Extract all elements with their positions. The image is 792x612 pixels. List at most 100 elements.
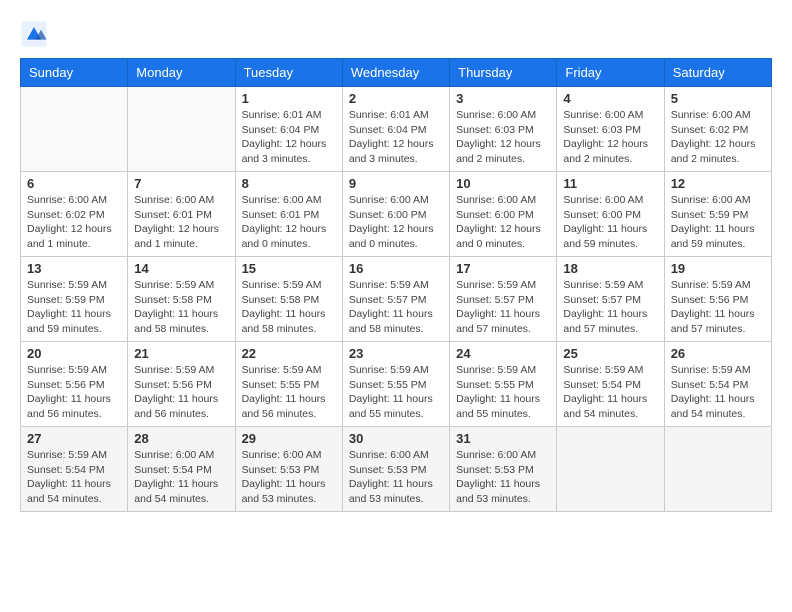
calendar-cell: 1 Sunrise: 6:01 AM Sunset: 6:04 PM Daylig… bbox=[235, 87, 342, 172]
day-info: Sunrise: 5:59 AM Sunset: 5:56 PM Dayligh… bbox=[671, 278, 765, 337]
day-info: Sunrise: 6:00 AM Sunset: 5:53 PM Dayligh… bbox=[242, 448, 336, 507]
day-number: 22 bbox=[242, 346, 336, 361]
calendar-cell: 19 Sunrise: 5:59 AM Sunset: 5:56 PM Dayli… bbox=[664, 257, 771, 342]
week-row-1: 1 Sunrise: 6:01 AM Sunset: 6:04 PM Daylig… bbox=[21, 87, 772, 172]
calendar-cell: 26 Sunrise: 5:59 AM Sunset: 5:54 PM Dayli… bbox=[664, 342, 771, 427]
day-info: Sunrise: 6:00 AM Sunset: 6:00 PM Dayligh… bbox=[563, 193, 657, 252]
calendar-cell: 16 Sunrise: 5:59 AM Sunset: 5:57 PM Dayli… bbox=[342, 257, 449, 342]
day-info: Sunrise: 6:00 AM Sunset: 6:03 PM Dayligh… bbox=[563, 108, 657, 167]
weekday-header-tuesday: Tuesday bbox=[235, 59, 342, 87]
day-info: Sunrise: 5:59 AM Sunset: 5:57 PM Dayligh… bbox=[349, 278, 443, 337]
calendar-cell: 13 Sunrise: 5:59 AM Sunset: 5:59 PM Dayli… bbox=[21, 257, 128, 342]
day-info: Sunrise: 6:00 AM Sunset: 5:53 PM Dayligh… bbox=[349, 448, 443, 507]
day-info: Sunrise: 6:00 AM Sunset: 5:53 PM Dayligh… bbox=[456, 448, 550, 507]
calendar-cell: 7 Sunrise: 6:00 AM Sunset: 6:01 PM Daylig… bbox=[128, 172, 235, 257]
day-number: 30 bbox=[349, 431, 443, 446]
calendar-cell: 5 Sunrise: 6:00 AM Sunset: 6:02 PM Daylig… bbox=[664, 87, 771, 172]
day-number: 21 bbox=[134, 346, 228, 361]
calendar-cell: 21 Sunrise: 5:59 AM Sunset: 5:56 PM Dayli… bbox=[128, 342, 235, 427]
weekday-header-monday: Monday bbox=[128, 59, 235, 87]
day-info: Sunrise: 6:00 AM Sunset: 6:02 PM Dayligh… bbox=[27, 193, 121, 252]
day-number: 27 bbox=[27, 431, 121, 446]
day-info: Sunrise: 6:01 AM Sunset: 6:04 PM Dayligh… bbox=[242, 108, 336, 167]
calendar-cell: 8 Sunrise: 6:00 AM Sunset: 6:01 PM Daylig… bbox=[235, 172, 342, 257]
day-number: 8 bbox=[242, 176, 336, 191]
calendar-cell: 30 Sunrise: 6:00 AM Sunset: 5:53 PM Dayli… bbox=[342, 427, 449, 512]
logo-icon bbox=[20, 20, 48, 48]
calendar-cell: 3 Sunrise: 6:00 AM Sunset: 6:03 PM Daylig… bbox=[450, 87, 557, 172]
day-info: Sunrise: 5:59 AM Sunset: 5:58 PM Dayligh… bbox=[134, 278, 228, 337]
day-info: Sunrise: 5:59 AM Sunset: 5:55 PM Dayligh… bbox=[242, 363, 336, 422]
calendar-cell: 10 Sunrise: 6:00 AM Sunset: 6:00 PM Dayli… bbox=[450, 172, 557, 257]
day-number: 1 bbox=[242, 91, 336, 106]
calendar-cell bbox=[21, 87, 128, 172]
day-info: Sunrise: 6:00 AM Sunset: 6:02 PM Dayligh… bbox=[671, 108, 765, 167]
day-info: Sunrise: 5:59 AM Sunset: 5:54 PM Dayligh… bbox=[27, 448, 121, 507]
day-number: 29 bbox=[242, 431, 336, 446]
week-row-5: 27 Sunrise: 5:59 AM Sunset: 5:54 PM Dayli… bbox=[21, 427, 772, 512]
day-info: Sunrise: 6:00 AM Sunset: 5:59 PM Dayligh… bbox=[671, 193, 765, 252]
weekday-header-friday: Friday bbox=[557, 59, 664, 87]
day-info: Sunrise: 6:01 AM Sunset: 6:04 PM Dayligh… bbox=[349, 108, 443, 167]
day-info: Sunrise: 5:59 AM Sunset: 5:54 PM Dayligh… bbox=[671, 363, 765, 422]
day-number: 23 bbox=[349, 346, 443, 361]
day-number: 31 bbox=[456, 431, 550, 446]
calendar-cell: 11 Sunrise: 6:00 AM Sunset: 6:00 PM Dayli… bbox=[557, 172, 664, 257]
day-number: 17 bbox=[456, 261, 550, 276]
weekday-header-thursday: Thursday bbox=[450, 59, 557, 87]
week-row-3: 13 Sunrise: 5:59 AM Sunset: 5:59 PM Dayli… bbox=[21, 257, 772, 342]
day-info: Sunrise: 5:59 AM Sunset: 5:55 PM Dayligh… bbox=[349, 363, 443, 422]
calendar-cell: 28Sunrise: 6:00 AM Sunset: 5:54 PM Dayli… bbox=[128, 427, 235, 512]
day-info: Sunrise: 5:59 AM Sunset: 5:59 PM Dayligh… bbox=[27, 278, 121, 337]
day-info: Sunrise: 6:00 AM Sunset: 6:03 PM Dayligh… bbox=[456, 108, 550, 167]
calendar-cell: 23 Sunrise: 5:59 AM Sunset: 5:55 PM Dayli… bbox=[342, 342, 449, 427]
day-number: 16 bbox=[349, 261, 443, 276]
day-number: 2 bbox=[349, 91, 443, 106]
logo bbox=[20, 20, 52, 48]
header bbox=[20, 20, 772, 48]
calendar-cell: 14 Sunrise: 5:59 AM Sunset: 5:58 PM Dayli… bbox=[128, 257, 235, 342]
day-info: Sunrise: 6:00 AM Sunset: 6:00 PM Dayligh… bbox=[349, 193, 443, 252]
calendar-cell: 24Sunrise: 5:59 AM Sunset: 5:55 PM Dayli… bbox=[450, 342, 557, 427]
day-info: Sunrise: 6:00 AM Sunset: 6:00 PM Dayligh… bbox=[456, 193, 550, 252]
day-info: Sunrise: 6:00 AM Sunset: 6:01 PM Dayligh… bbox=[134, 193, 228, 252]
weekday-header-row: SundayMondayTuesdayWednesdayThursdayFrid… bbox=[21, 59, 772, 87]
calendar-cell: 18Sunrise: 5:59 AM Sunset: 5:57 PM Dayli… bbox=[557, 257, 664, 342]
day-number: 14 bbox=[134, 261, 228, 276]
calendar-cell bbox=[128, 87, 235, 172]
day-number: 11 bbox=[563, 176, 657, 191]
day-number: 3 bbox=[456, 91, 550, 106]
week-row-2: 6 Sunrise: 6:00 AM Sunset: 6:02 PM Daylig… bbox=[21, 172, 772, 257]
day-info: Sunrise: 5:59 AM Sunset: 5:55 PM Dayligh… bbox=[456, 363, 550, 422]
day-number: 10 bbox=[456, 176, 550, 191]
weekday-header-wednesday: Wednesday bbox=[342, 59, 449, 87]
day-number: 15 bbox=[242, 261, 336, 276]
calendar-cell: 12Sunrise: 6:00 AM Sunset: 5:59 PM Dayli… bbox=[664, 172, 771, 257]
day-info: Sunrise: 5:59 AM Sunset: 5:57 PM Dayligh… bbox=[456, 278, 550, 337]
day-info: Sunrise: 5:59 AM Sunset: 5:56 PM Dayligh… bbox=[134, 363, 228, 422]
calendar-cell bbox=[664, 427, 771, 512]
day-number: 19 bbox=[671, 261, 765, 276]
calendar-cell bbox=[557, 427, 664, 512]
day-number: 5 bbox=[671, 91, 765, 106]
day-info: Sunrise: 5:59 AM Sunset: 5:54 PM Dayligh… bbox=[563, 363, 657, 422]
calendar-cell: 25Sunrise: 5:59 AM Sunset: 5:54 PM Dayli… bbox=[557, 342, 664, 427]
day-number: 20 bbox=[27, 346, 121, 361]
day-number: 26 bbox=[671, 346, 765, 361]
calendar-cell: 17 Sunrise: 5:59 AM Sunset: 5:57 PM Dayli… bbox=[450, 257, 557, 342]
day-number: 7 bbox=[134, 176, 228, 191]
day-info: Sunrise: 5:59 AM Sunset: 5:56 PM Dayligh… bbox=[27, 363, 121, 422]
calendar-cell: 29 Sunrise: 6:00 AM Sunset: 5:53 PM Dayli… bbox=[235, 427, 342, 512]
weekday-header-saturday: Saturday bbox=[664, 59, 771, 87]
calendar: SundayMondayTuesdayWednesdayThursdayFrid… bbox=[20, 58, 772, 512]
calendar-cell: 20 Sunrise: 5:59 AM Sunset: 5:56 PM Dayli… bbox=[21, 342, 128, 427]
day-info: Sunrise: 6:00 AM Sunset: 5:54 PM Dayligh… bbox=[134, 448, 228, 507]
day-number: 4 bbox=[563, 91, 657, 106]
calendar-cell: 15 Sunrise: 5:59 AM Sunset: 5:58 PM Dayli… bbox=[235, 257, 342, 342]
calendar-cell: 31 Sunrise: 6:00 AM Sunset: 5:53 PM Dayli… bbox=[450, 427, 557, 512]
day-number: 6 bbox=[27, 176, 121, 191]
day-info: Sunrise: 6:00 AM Sunset: 6:01 PM Dayligh… bbox=[242, 193, 336, 252]
week-row-4: 20 Sunrise: 5:59 AM Sunset: 5:56 PM Dayli… bbox=[21, 342, 772, 427]
day-info: Sunrise: 5:59 AM Sunset: 5:58 PM Dayligh… bbox=[242, 278, 336, 337]
day-number: 13 bbox=[27, 261, 121, 276]
